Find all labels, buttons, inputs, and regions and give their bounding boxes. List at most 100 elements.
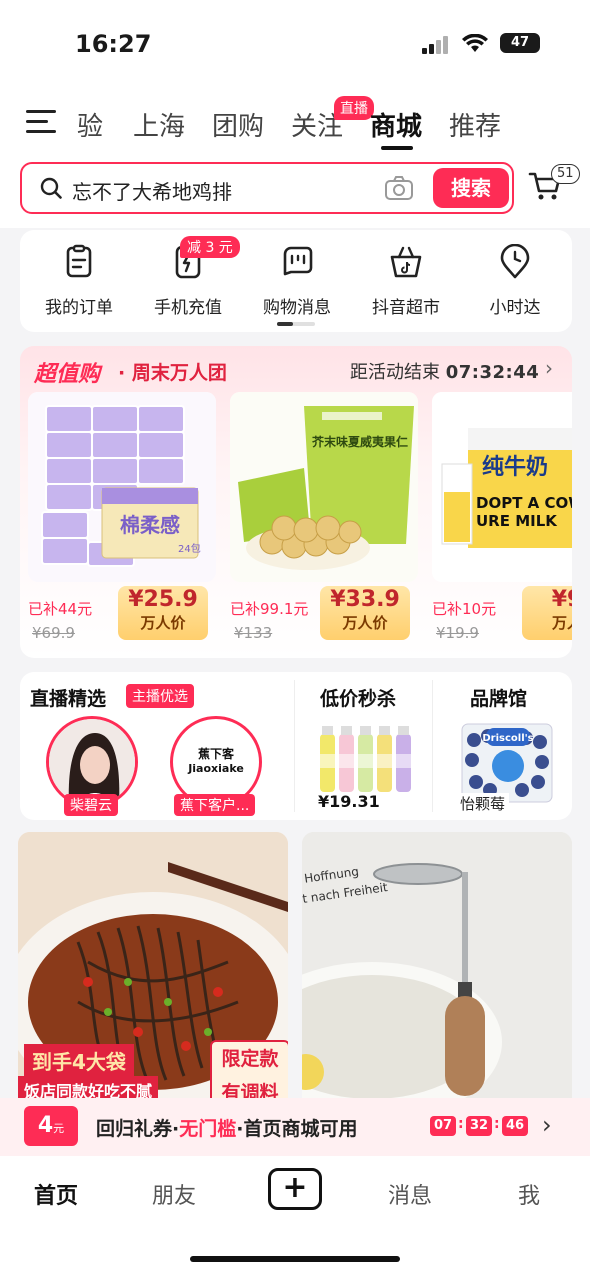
- promo-subtitle: · 周末万人团: [118, 362, 227, 384]
- flash-sale-price: ¥19.31: [318, 792, 380, 811]
- price-tag: ¥25.9 万人价: [118, 586, 208, 640]
- tissue-product-image: 棉柔感 24包: [28, 392, 216, 582]
- location-clock-icon: [500, 244, 530, 279]
- price-tag: ¥9 万人: [522, 586, 572, 640]
- order-icon: [66, 244, 92, 278]
- tea-bottles-image[interactable]: [316, 724, 416, 796]
- subsidy-text: 已补10元: [432, 600, 497, 618]
- top-nav: 验 上海 团购 关注 直播 商城 推荐: [0, 90, 590, 154]
- shortcut-label: 购物消息: [263, 298, 331, 318]
- status-time: 16:27: [75, 30, 152, 58]
- chevron-right-icon[interactable]: ›: [545, 356, 553, 380]
- wifi-icon: [462, 32, 488, 60]
- search-icon: [40, 177, 62, 199]
- original-price: ¥19.9: [436, 624, 479, 642]
- charge-discount-badge: 减 3 元: [180, 236, 240, 258]
- active-tab-indicator: [381, 146, 413, 150]
- coupon-text-post: ·首页商城可用: [236, 1118, 358, 1140]
- shortcut-pager: [277, 322, 315, 326]
- svg-text:棉柔感: 棉柔感: [120, 513, 180, 537]
- status-bar: 16:27 47: [0, 0, 590, 90]
- promo-product[interactable]: 棉柔感 24包 已补44元 ¥25.9 万人价 ¥69.9: [28, 392, 216, 648]
- coupon-text-highlight: 无门槛: [179, 1118, 237, 1140]
- brand-hall-title[interactable]: 品牌馆: [470, 684, 527, 711]
- shortcut-label: 小时达: [489, 298, 541, 318]
- battery-icon: 47: [500, 33, 540, 53]
- countdown-label: 距活动结束: [350, 362, 440, 383]
- subsidy-text: 已补44元: [28, 600, 93, 618]
- shopping-message-icon: [283, 246, 313, 276]
- signal-icon: [422, 34, 452, 54]
- svg-text:DOPT A COW: DOPT A COW: [476, 494, 572, 512]
- subsidy-text: 已补99.1元: [230, 600, 309, 618]
- search-query: 忘不了大希地鸡排: [72, 180, 232, 204]
- live-picks-title[interactable]: 直播精选: [30, 684, 106, 711]
- chevron-right-icon[interactable]: ›: [542, 1111, 552, 1139]
- svg-text:URE MILK: URE MILK: [476, 512, 558, 530]
- svg-text:24包: 24包: [178, 542, 201, 555]
- feed-card-noodles[interactable]: 到手4大袋 饭店同款好吃不腻 限定款 有调料: [18, 832, 288, 1132]
- feed-tag-line: 限定款: [221, 1048, 279, 1070]
- shortcut-panel: 我的订单 手机充值 购物消息 抖音超市 小时达 减 3 元: [20, 230, 572, 332]
- shortcut-douyin-supermarket[interactable]: 抖音超市: [351, 244, 461, 318]
- shortcut-hourly-delivery[interactable]: 小时达: [460, 244, 570, 318]
- flash-sale-title[interactable]: 低价秒杀: [320, 684, 396, 711]
- brand-logo-subtext: Jiaoxiake: [188, 762, 244, 775]
- shortcut-my-orders[interactable]: 我的订单: [24, 244, 134, 318]
- divider: [432, 680, 433, 812]
- promo-product[interactable]: 芥末味夏威夷果仁 已补99.1元 ¥33.9 万人价 ¥133: [230, 392, 418, 648]
- shortcut-shopping-messages[interactable]: 购物消息: [242, 244, 352, 318]
- svg-text:纯牛奶: 纯牛奶: [482, 454, 548, 480]
- camera-icon[interactable]: [384, 175, 414, 201]
- price-tag: ¥33.9 万人价: [320, 586, 410, 640]
- coupon-countdown-seconds: 46: [502, 1116, 528, 1136]
- price-label: 万人价: [342, 614, 388, 632]
- divider: [294, 680, 295, 812]
- macadamia-product-image: 芥末味夏威夷果仁: [230, 392, 418, 582]
- promo-section: 超值购 · 周末万人团 距活动结束 07:32:44 › 棉柔感 24包 已补4…: [20, 346, 572, 658]
- svg-text:芥末味夏威夷果仁: 芥末味夏威夷果仁: [312, 434, 408, 449]
- feed-card-masher[interactable]: Hoffnung t nach Freiheit: [302, 832, 572, 1132]
- menu-icon[interactable]: [26, 110, 58, 134]
- tab-recommend[interactable]: 推荐: [449, 106, 501, 143]
- supermarket-basket-icon: [390, 246, 422, 278]
- tab-mall[interactable]: 商城: [370, 106, 422, 143]
- tab-messages[interactable]: 消息: [388, 1178, 432, 1210]
- tab-home[interactable]: 首页: [34, 1178, 78, 1210]
- search-input[interactable]: 忘不了大希地鸡排 搜索: [20, 162, 514, 214]
- feature-row: 直播精选 主播优选 柴碧云 蕉下客 Jiaoxiake 蕉下客户... 低价秒杀…: [20, 672, 572, 820]
- coupon-countdown-hours: 07: [430, 1116, 456, 1136]
- product-price: ¥9: [551, 587, 572, 612]
- search-button[interactable]: 搜索: [433, 168, 509, 208]
- cart-count-badge: 51: [551, 164, 580, 184]
- tab-group-buy[interactable]: 团购: [212, 106, 264, 143]
- tab-friends[interactable]: 朋友: [152, 1178, 196, 1210]
- live-badge: 直播: [334, 96, 374, 120]
- brand-item-label: 怡颗莓: [456, 793, 510, 814]
- promo-countdown: 距活动结束 07:32:44: [350, 358, 539, 384]
- shortcut-label: 我的订单: [45, 298, 113, 318]
- product-price: ¥25.9: [128, 587, 198, 612]
- tab-experience[interactable]: 验: [77, 106, 103, 143]
- coupon-text-pre: 回归礼券·: [96, 1118, 180, 1140]
- promo-product[interactable]: 纯牛奶 DOPT A COW URE MILK 已补10元 ¥9 万人 ¥19.…: [432, 392, 572, 648]
- coupon-unit: 元: [53, 1122, 65, 1135]
- product-price: ¥33.9: [330, 587, 400, 612]
- original-price: ¥69.9: [32, 624, 75, 642]
- brand-logo-text: 蕉下客: [197, 747, 234, 761]
- tab-shanghai[interactable]: 上海: [133, 106, 185, 143]
- countdown-separator: :: [494, 1116, 500, 1132]
- coupon-text: 回归礼券·无门槛·首页商城可用: [96, 1114, 357, 1141]
- svg-text:Driscoll's: Driscoll's: [482, 733, 533, 744]
- create-plus-button[interactable]: +: [268, 1168, 322, 1210]
- tab-me[interactable]: 我: [518, 1178, 540, 1210]
- anchor-pick-badge: 主播优选: [126, 684, 194, 708]
- shortcut-label: 抖音超市: [372, 298, 440, 318]
- coupon-value: 4元: [24, 1106, 78, 1146]
- coupon-bar[interactable]: 4元 回归礼券·无门槛·首页商城可用 07 : 32 : 46 ›: [0, 1098, 590, 1156]
- shortcut-label: 手机充值: [154, 298, 222, 318]
- milk-product-image: 纯牛奶 DOPT A COW URE MILK: [432, 392, 572, 582]
- anchor-name: 蕉下客户...: [174, 794, 256, 816]
- countdown-separator: :: [458, 1116, 464, 1132]
- coupon-amount: 4: [37, 1113, 54, 1138]
